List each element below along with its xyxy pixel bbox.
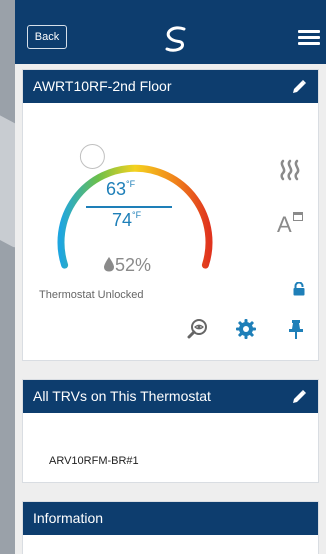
information-card-title: Information — [33, 510, 104, 526]
logo-icon — [165, 26, 186, 52]
thermostat-name: AWRT10RF-2nd Floor — [33, 78, 172, 94]
trv-card-title: All TRVs on This Thermostat — [33, 388, 211, 404]
trv-card: All TRVs on This Thermostat ARV10RFM-BR#… — [22, 379, 319, 483]
room-unit: °F — [132, 210, 142, 220]
magnifier-eye-icon[interactable] — [187, 318, 209, 340]
phone-screen: Back AWRT10RF-2nd Floor 63°F 74°F 52% Th… — [15, 0, 326, 554]
information-card: Information — [22, 501, 319, 554]
setpoint-unit: °F — [126, 179, 136, 189]
trv-card-header: All TRVs on This Thermostat — [23, 380, 318, 413]
information-card-header[interactable]: Information — [23, 502, 318, 535]
humidity-readout: 52% — [103, 255, 151, 276]
humidity-drop-icon — [104, 257, 114, 272]
lock-icon[interactable] — [292, 282, 306, 296]
pin-icon[interactable] — [285, 318, 307, 340]
temperature-divider — [86, 206, 172, 208]
heat-waves-icon[interactable] — [277, 157, 303, 183]
trv-list-item[interactable]: ARV10RFM-BR#1 — [49, 455, 139, 467]
thermostat-card-header: AWRT10RF-2nd Floor — [23, 70, 318, 103]
auto-schedule-icon[interactable]: A — [277, 212, 292, 238]
pencil-icon[interactable] — [290, 78, 308, 96]
gear-icon[interactable] — [235, 318, 257, 340]
app-header: Back — [15, 0, 326, 64]
room-temperature: 74°F — [112, 210, 142, 230]
lock-status-text: Thermostat Unlocked — [39, 289, 144, 301]
back-button[interactable]: Back — [27, 25, 67, 49]
calendar-mini-icon — [293, 212, 303, 221]
thermostat-card: AWRT10RF-2nd Floor 63°F 74°F 52% Thermos… — [22, 69, 319, 361]
dial-knob[interactable] — [79, 144, 105, 169]
pencil-icon[interactable] — [290, 388, 308, 406]
hamburger-menu-icon[interactable] — [298, 30, 320, 46]
setpoint-temperature: 63°F — [106, 179, 136, 199]
